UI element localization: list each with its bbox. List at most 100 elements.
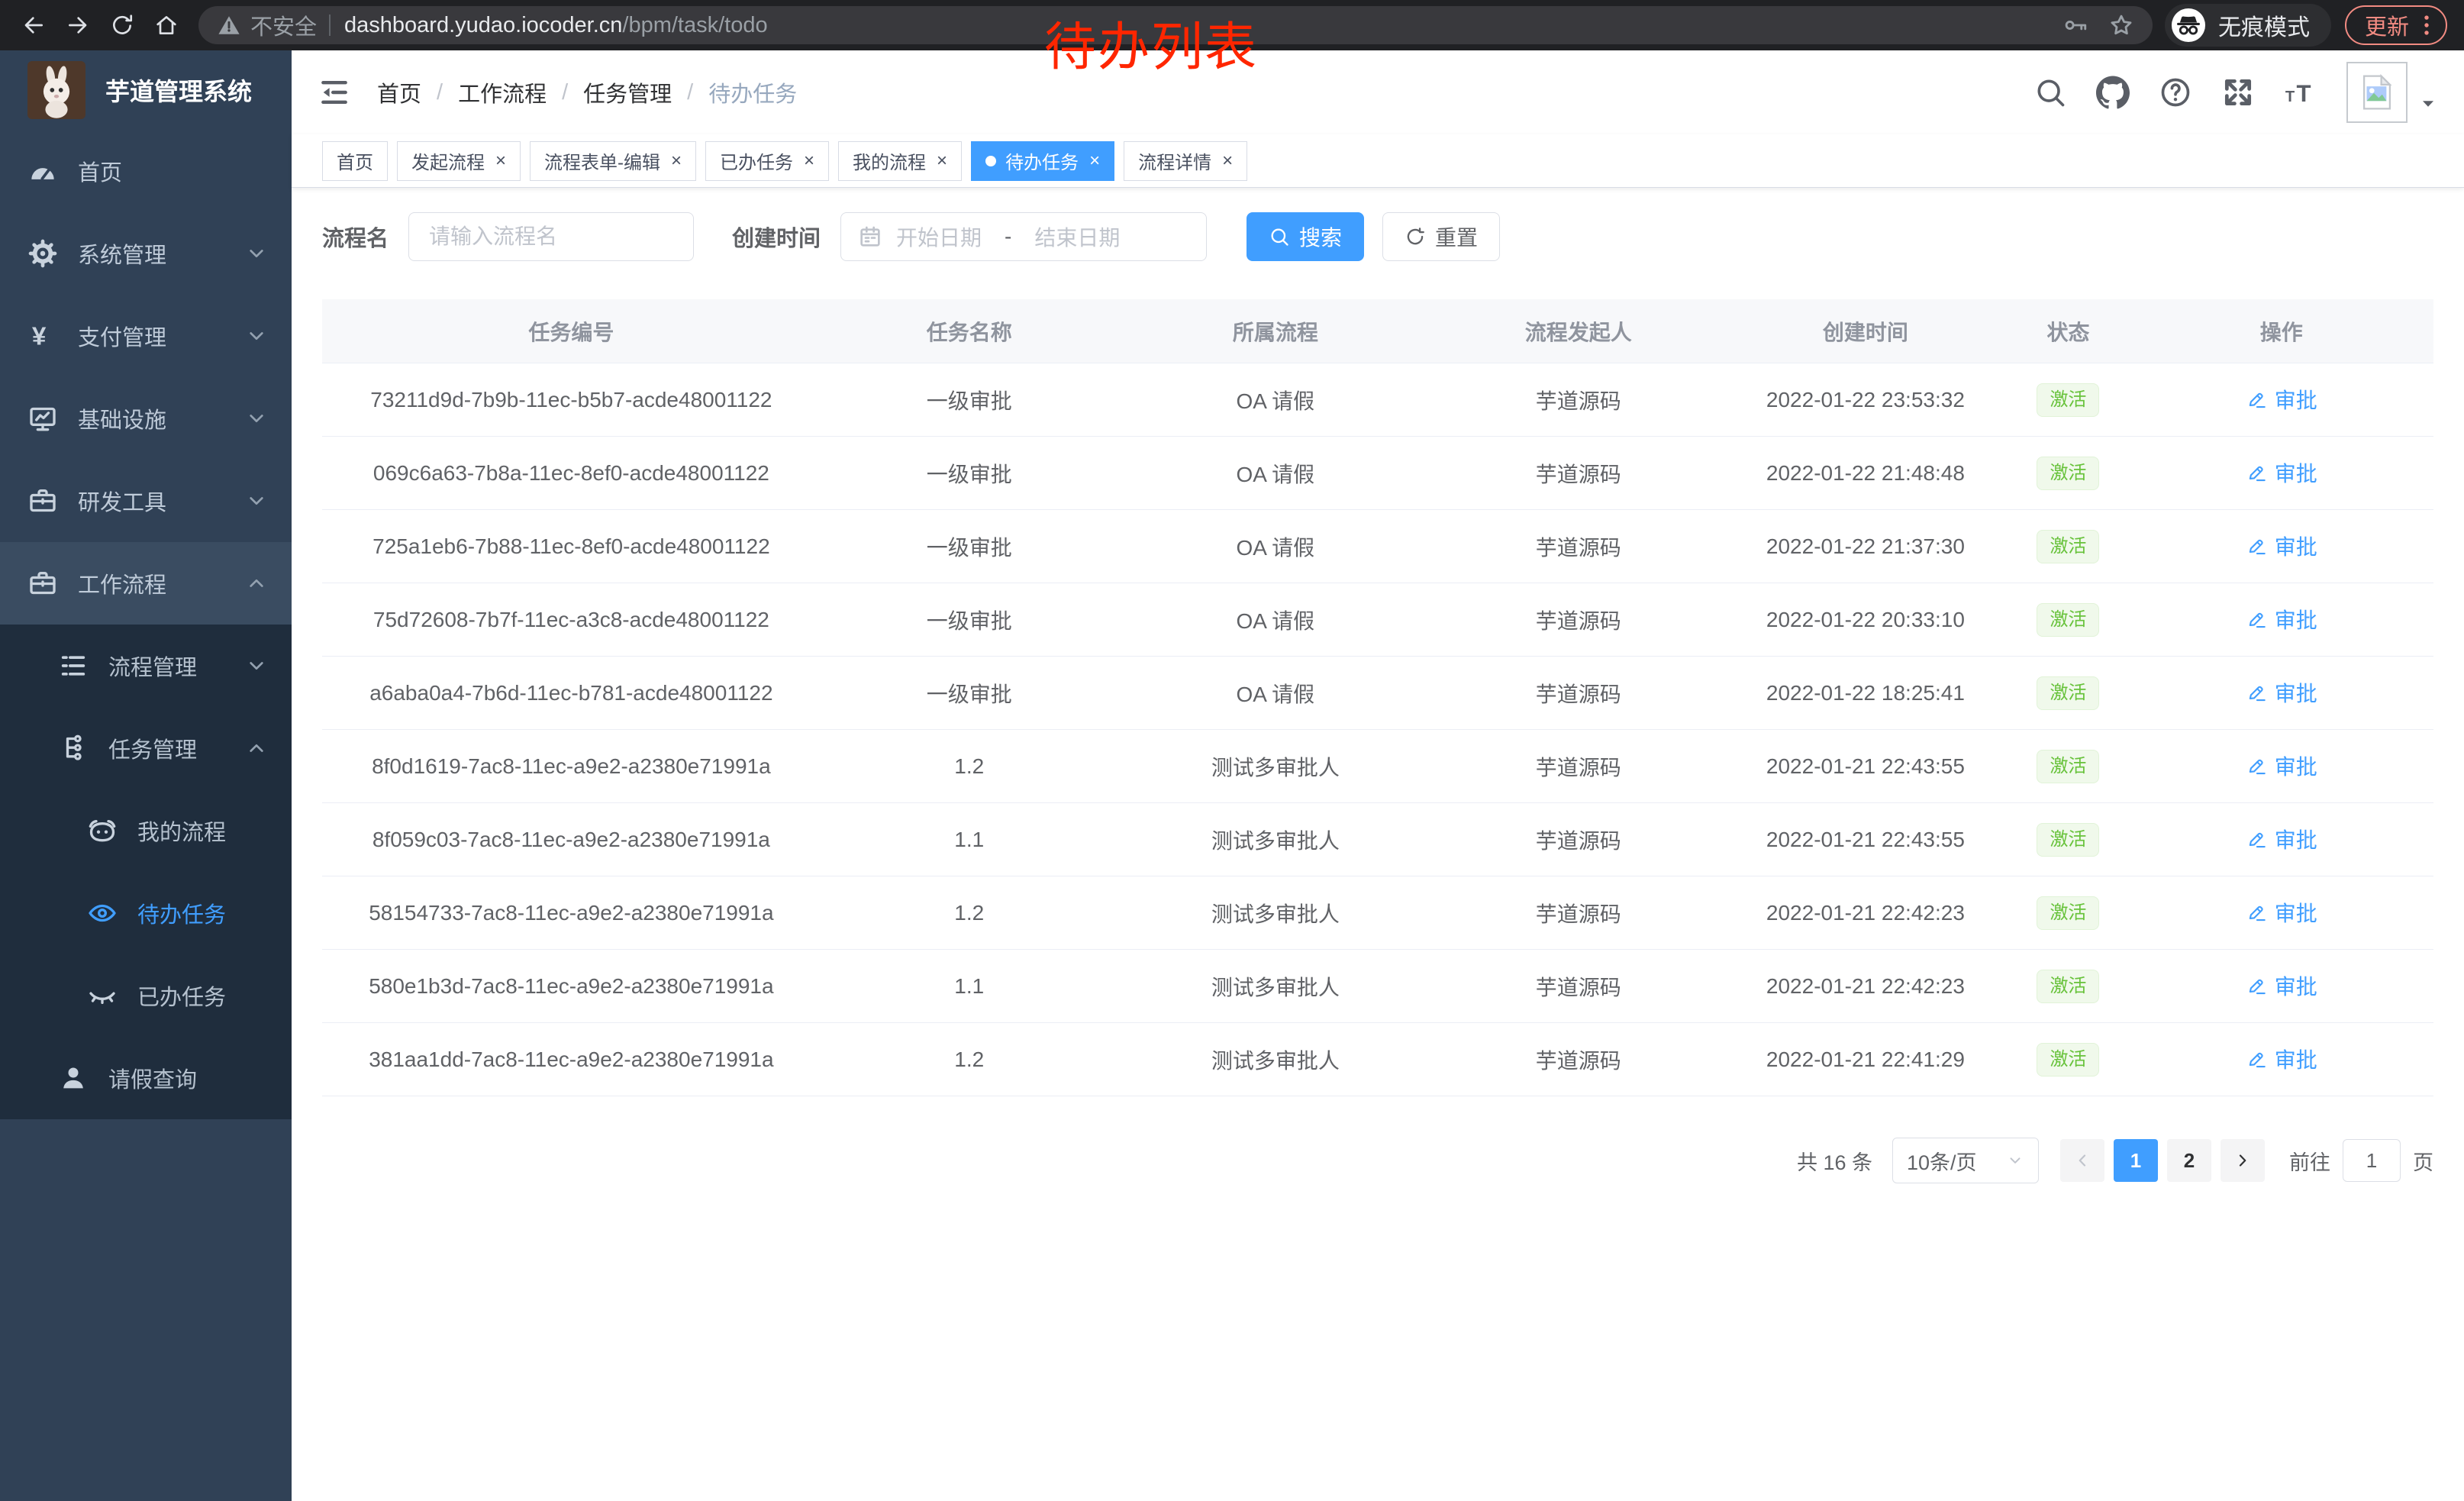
tab-home[interactable]: 首页 <box>322 141 388 181</box>
logo-rabbit-image <box>27 61 85 119</box>
browser-menu-dots-icon[interactable] <box>2414 12 2440 38</box>
status-badge: 激活 <box>2037 383 2099 417</box>
approve-link[interactable]: 审批 <box>2246 384 2317 415</box>
approve-link[interactable]: 审批 <box>2246 531 2317 561</box>
help-icon[interactable] <box>2159 76 2192 109</box>
approve-link[interactable]: 审批 <box>2246 677 2317 708</box>
sidebar-item-process-management[interactable]: 流程管理 <box>0 625 292 707</box>
url-path: /bpm/task/todo <box>622 13 767 38</box>
sidebar-item-leave-query[interactable]: 请假查询 <box>0 1037 292 1119</box>
page-size-select[interactable]: 10条/页 <box>1892 1138 2039 1183</box>
status-badge: 激活 <box>2037 750 2099 783</box>
approve-link[interactable]: 审批 <box>2246 457 2317 488</box>
sidebar-item-todo-tasks[interactable]: 待办任务 <box>0 872 292 954</box>
approve-link[interactable]: 审批 <box>2246 824 2317 854</box>
date-range-picker[interactable]: 开始日期 - 结束日期 <box>840 212 1207 261</box>
sidebar-item-workflow[interactable]: 工作流程 <box>0 542 292 625</box>
goto-page-input[interactable] <box>2343 1139 2401 1182</box>
close-icon[interactable]: × <box>1222 152 1233 170</box>
cell-actions: 审批 <box>2130 970 2433 1002</box>
cell-created-time: 2022-01-22 20:33:10 <box>1724 608 2008 632</box>
process-name-input[interactable] <box>408 212 694 261</box>
cell-actions: 审批 <box>2130 824 2433 855</box>
close-icon[interactable]: × <box>495 152 506 170</box>
breadcrumb-item[interactable]: 任务管理 <box>583 76 672 108</box>
password-key-icon[interactable] <box>2062 12 2088 38</box>
close-icon[interactable]: × <box>937 152 947 170</box>
sidebar-item-payment-management[interactable]: ¥支付管理 <box>0 295 292 377</box>
close-icon[interactable]: × <box>1089 152 1100 170</box>
tab-start-process[interactable]: 发起流程× <box>397 141 521 181</box>
browser-update-button[interactable]: 更新 <box>2345 5 2447 45</box>
cell-created-time: 2022-01-22 21:37:30 <box>1724 534 2008 559</box>
cell-status: 激活 <box>2007 1043 2129 1077</box>
tab-label: 流程表单-编辑 <box>544 147 660 174</box>
app-logo[interactable]: 芋道管理系统 <box>0 50 292 130</box>
approve-link[interactable]: 审批 <box>2246 750 2317 781</box>
sidebar-item-home[interactable]: 首页 <box>0 130 292 212</box>
avatar[interactable] <box>2346 62 2408 123</box>
bookmark-star-icon[interactable] <box>2108 12 2134 38</box>
cell-process: OA 请假 <box>1118 531 1433 562</box>
table-row: 8f0d1619-7ac8-11ec-a9e2-a2380e71991a1.2测… <box>322 730 2433 803</box>
page-unit-label: 页 <box>2413 1146 2433 1176</box>
approve-link[interactable]: 审批 <box>2246 1044 2317 1074</box>
breadcrumb-item[interactable]: 工作流程 <box>458 76 547 108</box>
pagination-page-1[interactable]: 1 <box>2114 1139 2158 1182</box>
process-management-icon <box>58 650 89 681</box>
close-icon[interactable]: × <box>804 152 814 170</box>
font-size-icon[interactable]: TT <box>2284 76 2317 109</box>
approve-link[interactable]: 审批 <box>2246 604 2317 634</box>
sidebar-item-done-tasks[interactable]: 已办任务 <box>0 954 292 1037</box>
sidebar-item-my-process[interactable]: 我的流程 <box>0 789 292 872</box>
sidebar-item-label: 待办任务 <box>137 897 226 929</box>
edit-pencil-icon <box>2246 755 2267 776</box>
sidebar-collapse-icon[interactable] <box>318 76 351 109</box>
cell-actions: 审批 <box>2130 750 2433 782</box>
cell-task-id: 8f0d1619-7ac8-11ec-a9e2-a2380e71991a <box>322 754 821 779</box>
status-badge: 激活 <box>2037 603 2099 637</box>
tab-form-edit[interactable]: 流程表单-编辑 × <box>530 141 696 181</box>
browser-reload-icon[interactable] <box>105 8 139 42</box>
browser-back-icon[interactable] <box>17 8 50 42</box>
sidebar-item-task-management[interactable]: 任务管理 <box>0 707 292 789</box>
cell-status: 激活 <box>2007 823 2129 857</box>
cell-task-name: 一级审批 <box>821 458 1118 489</box>
column-header-actions: 操作 <box>2130 316 2433 347</box>
tab-process-detail[interactable]: 流程详情× <box>1124 141 1247 181</box>
breadcrumb-item[interactable]: 首页 <box>377 76 421 108</box>
cell-created-time: 2022-01-22 23:53:32 <box>1724 388 2008 412</box>
tab-my-process[interactable]: 我的流程× <box>838 141 962 181</box>
fullscreen-icon[interactable] <box>2221 76 2255 109</box>
search-button[interactable]: 搜索 <box>1247 212 1364 261</box>
app-title: 芋道管理系统 <box>105 73 252 108</box>
sidebar-item-label: 工作流程 <box>78 567 166 599</box>
pagination-prev-button[interactable] <box>2060 1139 2104 1182</box>
tab-todo-tasks[interactable]: 待办任务× <box>971 141 1114 181</box>
status-badge: 激活 <box>2037 530 2099 563</box>
sidebar-item-dev-tools[interactable]: 研发工具 <box>0 460 292 542</box>
incognito-icon <box>2171 8 2206 43</box>
approve-label: 审批 <box>2275 604 2317 634</box>
edit-pencil-icon <box>2246 975 2267 996</box>
cell-task-name: 一级审批 <box>821 605 1118 635</box>
tags-view: 首页发起流程×流程表单-编辑×已办任务×我的流程×待办任务×流程详情× <box>292 134 2464 188</box>
browser-forward-icon[interactable] <box>61 8 95 42</box>
close-icon[interactable]: × <box>671 152 682 170</box>
pagination-next-button[interactable] <box>2221 1139 2265 1182</box>
sidebar-item-infrastructure[interactable]: 基础设施 <box>0 377 292 460</box>
pagination-page-2[interactable]: 2 <box>2167 1139 2211 1182</box>
cell-process: 测试多审批人 <box>1118 751 1433 782</box>
sidebar-item-system-management[interactable]: 系统管理 <box>0 212 292 295</box>
edit-pencil-icon <box>2246 1048 2267 1070</box>
tab-done-tasks[interactable]: 已办任务 × <box>705 141 829 181</box>
avatar-caret-down-icon[interactable] <box>2418 94 2438 114</box>
approve-link[interactable]: 审批 <box>2246 970 2317 1001</box>
github-icon[interactable] <box>2096 76 2130 109</box>
reset-button[interactable]: 重置 <box>1382 212 1500 261</box>
tab-label: 已办任务 <box>720 147 793 174</box>
approve-link[interactable]: 审批 <box>2246 897 2317 928</box>
header-search-icon[interactable] <box>2033 76 2067 109</box>
browser-home-icon[interactable] <box>150 8 183 42</box>
cell-task-id: a6aba0a4-7b6d-11ec-b781-acde48001122 <box>322 681 821 705</box>
